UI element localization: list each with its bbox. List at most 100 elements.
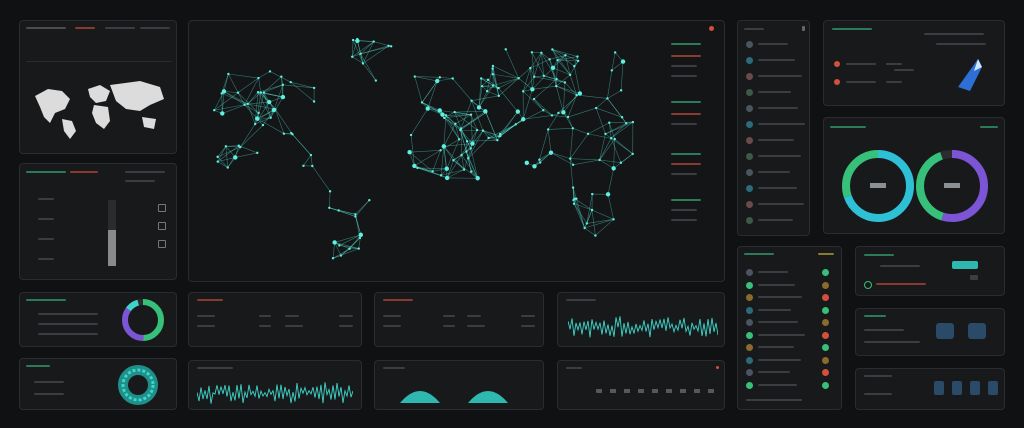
waveform-panel-2 — [188, 360, 362, 410]
list-item[interactable] — [758, 346, 794, 348]
list-item[interactable] — [758, 308, 791, 311]
list-item-icon[interactable] — [746, 57, 753, 64]
list-item[interactable] — [758, 75, 802, 77]
network-node — [420, 101, 424, 104]
metric-bar — [521, 325, 535, 327]
list-item[interactable] — [758, 171, 790, 173]
list-item[interactable] — [758, 91, 791, 93]
list-item-icon[interactable] — [746, 121, 753, 128]
network-node — [280, 75, 283, 78]
tile-icon[interactable] — [158, 204, 166, 212]
list-item-icon[interactable] — [746, 73, 753, 80]
tile-icon[interactable] — [952, 381, 962, 395]
list-item[interactable] — [758, 139, 794, 141]
network-node — [585, 222, 589, 225]
ring-chart-icon — [842, 150, 988, 222]
list-item[interactable] — [758, 321, 798, 323]
network-link — [468, 158, 478, 179]
network-node — [467, 156, 470, 160]
list-item[interactable] — [758, 59, 795, 61]
list-item[interactable] — [758, 107, 798, 109]
list-item-icon[interactable] — [746, 137, 753, 144]
list-item[interactable] — [758, 296, 802, 298]
list-item[interactable] — [758, 155, 801, 157]
list-item-status-icon[interactable] — [822, 344, 829, 351]
network-link — [439, 77, 453, 79]
network-link — [303, 154, 312, 167]
header-bar-green — [864, 315, 886, 317]
list-item-icon[interactable] — [746, 89, 753, 96]
network-node — [266, 99, 272, 105]
tile-icon[interactable] — [988, 381, 998, 395]
network-link — [599, 159, 621, 164]
header-bar-red — [197, 299, 223, 301]
list-item[interactable] — [758, 333, 805, 336]
list-item-icon[interactable] — [746, 105, 753, 112]
list-item-status-icon[interactable] — [822, 319, 829, 326]
tile-icon[interactable] — [970, 381, 980, 395]
list-item-icon[interactable] — [746, 185, 753, 192]
tile-icon[interactable] — [158, 222, 166, 230]
list-item-icon[interactable] — [746, 344, 753, 351]
cyan-ring-panel — [19, 358, 177, 410]
network-node — [453, 110, 456, 114]
list-item-status-icon[interactable] — [822, 381, 829, 389]
network-node — [594, 106, 598, 110]
tile-icon[interactable] — [968, 323, 986, 339]
network-node — [533, 75, 536, 79]
tile-icon[interactable] — [158, 240, 166, 248]
list-item-status-icon[interactable] — [822, 356, 829, 364]
ring-chart-icon — [122, 299, 164, 341]
list-item-icon[interactable] — [746, 217, 753, 224]
tile-icon[interactable] — [936, 323, 954, 339]
list-item[interactable] — [758, 283, 795, 286]
list-item-icon[interactable] — [746, 201, 753, 208]
network-link — [518, 78, 533, 90]
list-item-icon[interactable] — [746, 319, 753, 326]
alert-dot-icon — [834, 61, 840, 67]
list-item[interactable] — [758, 43, 788, 45]
list-item[interactable] — [758, 358, 801, 361]
list-item-icon[interactable] — [746, 41, 753, 48]
list-item[interactable] — [758, 123, 805, 125]
network-node — [444, 114, 448, 117]
network-node — [372, 40, 375, 43]
list-item-status-icon[interactable] — [822, 331, 829, 339]
list-item[interactable] — [758, 203, 804, 205]
network-node — [555, 84, 558, 88]
dual-ring-panel — [823, 117, 1005, 234]
network-link — [567, 95, 577, 118]
list-item-status-icon[interactable] — [822, 369, 829, 376]
list-item-icon[interactable] — [746, 294, 753, 301]
list-item-icon[interactable] — [746, 331, 753, 339]
list-item-icon[interactable] — [746, 369, 753, 376]
waveform-line — [197, 382, 353, 404]
legend-bar — [671, 123, 697, 125]
network-link — [228, 73, 259, 79]
device-tiles-panel — [855, 308, 1005, 356]
list-item[interactable] — [758, 187, 797, 189]
list-item-icon[interactable] — [746, 381, 753, 389]
list-item-status-icon[interactable] — [822, 281, 829, 289]
list-item[interactable] — [758, 219, 793, 221]
list-item-icon[interactable] — [746, 356, 753, 364]
network-node — [631, 152, 634, 156]
list-item[interactable] — [758, 271, 788, 273]
tile-icon[interactable] — [934, 381, 944, 395]
network-link — [332, 248, 359, 259]
list-item-status-icon[interactable] — [822, 306, 829, 314]
network-link — [228, 73, 239, 93]
list-item-icon[interactable] — [746, 269, 753, 276]
list-item[interactable] — [758, 371, 790, 373]
list-item-status-icon[interactable] — [822, 294, 829, 301]
list-item-icon[interactable] — [746, 153, 753, 160]
row-bar-red — [876, 283, 926, 285]
legend-bar-red — [671, 55, 701, 57]
list-item-icon[interactable] — [746, 169, 753, 176]
list-item[interactable] — [758, 383, 797, 386]
network-link — [282, 84, 315, 89]
list-item-icon[interactable] — [746, 281, 753, 289]
menu-icon[interactable] — [802, 26, 805, 31]
list-item-status-icon[interactable] — [822, 269, 829, 276]
list-item-icon[interactable] — [746, 306, 753, 314]
